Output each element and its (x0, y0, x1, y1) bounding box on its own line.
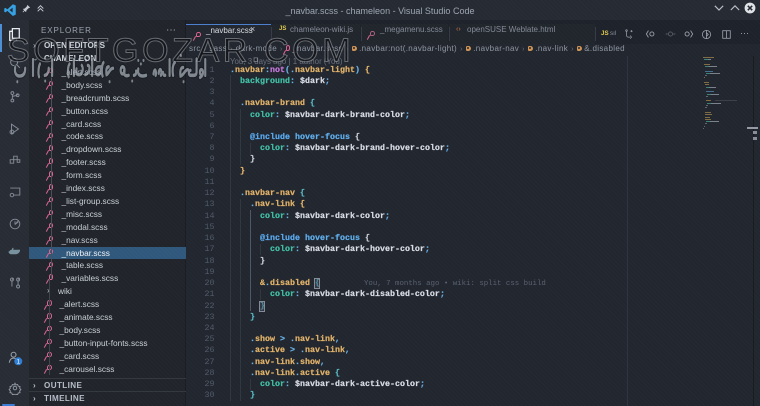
svg-text:1: 1 (17, 358, 21, 365)
